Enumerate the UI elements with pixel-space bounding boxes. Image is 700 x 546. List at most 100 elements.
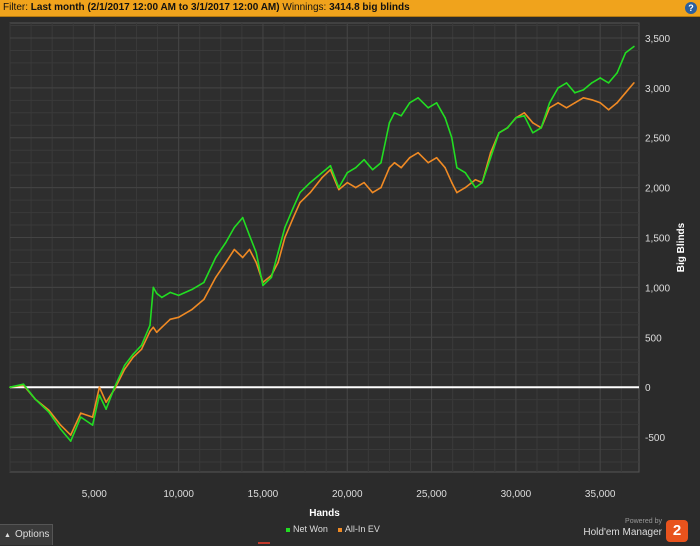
data-point (565, 107, 568, 109)
legend-item[interactable]: Net Won (286, 524, 328, 534)
y-axis-label: Big Blinds (676, 222, 687, 272)
data-point (233, 248, 236, 251)
y-tick-label: 0 (645, 383, 651, 394)
data-point (400, 114, 403, 117)
data-point (590, 99, 593, 101)
data-point (248, 234, 251, 237)
x-tick-label: 25,000 (416, 489, 447, 500)
data-point (338, 186, 340, 189)
help-icon[interactable]: ? (685, 2, 697, 14)
data-point (444, 166, 446, 169)
data-point (599, 77, 602, 79)
data-point (451, 136, 453, 139)
data-point (417, 151, 419, 154)
data-point (363, 158, 365, 161)
legend-item[interactable]: All-In EV (337, 524, 380, 534)
data-point (435, 102, 438, 104)
data-point (498, 131, 500, 134)
data-point (590, 82, 593, 84)
data-point (444, 116, 446, 119)
data-point (393, 161, 396, 164)
data-point (113, 386, 116, 388)
x-tick-label: 5,000 (82, 489, 107, 500)
data-point (225, 241, 227, 244)
data-point (574, 102, 576, 104)
data-point (123, 368, 126, 371)
y-tick-label: 3,500 (645, 34, 670, 45)
data-point (329, 164, 332, 167)
chart-legend: Net Won All-In EV (286, 524, 390, 534)
data-point (140, 344, 143, 347)
filter-bar: Filter: Last month (2/1/2017 12:00 AM to… (0, 0, 700, 17)
legend-label: Net Won (293, 524, 328, 534)
data-point (284, 236, 286, 239)
data-point (22, 383, 25, 385)
data-point (574, 92, 576, 94)
data-point (299, 191, 301, 194)
data-point (191, 308, 193, 311)
data-point (233, 226, 236, 229)
options-label: Options (14, 529, 50, 540)
data-point (292, 216, 295, 219)
data-point (262, 284, 264, 287)
data-point (9, 386, 11, 388)
data-point (299, 201, 301, 204)
data-point (582, 89, 585, 91)
y-tick-label: 2,000 (645, 184, 670, 195)
data-point (160, 296, 163, 299)
data-point (47, 411, 50, 413)
data-point (408, 102, 411, 104)
bottom-bar: ▲ Options Net Won All-In EV Powered by Hol… (0, 517, 700, 545)
data-point (408, 156, 411, 159)
data-point (371, 191, 374, 194)
data-point (177, 294, 180, 297)
filter-label: Filter: (3, 2, 28, 13)
data-point (363, 181, 365, 184)
data-point (523, 114, 526, 117)
data-point (474, 178, 477, 181)
x-tick-label: 10,000 (163, 489, 194, 500)
data-point (149, 330, 151, 333)
y-tick-label: 3,000 (645, 84, 670, 95)
data-point (34, 398, 37, 400)
powered-by-brand: Powered by Hold'em Manager (583, 517, 662, 539)
data-point (321, 171, 323, 174)
data-point (489, 151, 492, 154)
data-point (169, 291, 172, 294)
data-point (284, 226, 286, 229)
data-point (105, 408, 107, 410)
data-point (169, 318, 172, 321)
data-point (214, 276, 217, 279)
x-tick-label: 30,000 (501, 489, 532, 500)
winnings-label: Winnings: (282, 2, 327, 13)
data-point (506, 126, 509, 129)
data-point (624, 92, 627, 94)
x-tick-label: 35,000 (585, 489, 616, 500)
filter-text: Filter: Last month (2/1/2017 12:00 AM to… (3, 0, 410, 16)
data-point (255, 261, 258, 264)
data-point (241, 216, 244, 219)
data-point (464, 171, 467, 174)
x-tick-label: 15,000 (248, 489, 279, 500)
data-point (91, 416, 94, 418)
data-point (599, 102, 602, 104)
data-point (607, 82, 610, 84)
data-point (523, 112, 526, 114)
data-point (633, 82, 635, 84)
data-point (417, 97, 419, 99)
data-point (557, 102, 559, 104)
options-button[interactable]: ▲ Options (0, 524, 53, 545)
data-point (435, 156, 438, 159)
data-point (565, 82, 568, 84)
filter-value[interactable]: Last month (2/1/2017 12:00 AM to 3/1/201… (31, 2, 280, 13)
data-point (531, 131, 534, 134)
data-point (149, 324, 151, 327)
data-point (59, 424, 62, 426)
brand-name: Hold'em Manager (583, 527, 662, 538)
data-point (132, 353, 134, 356)
data-point (214, 256, 217, 259)
data-point (255, 251, 258, 254)
data-point (427, 161, 430, 164)
data-point (481, 181, 483, 184)
data-point (292, 206, 295, 209)
